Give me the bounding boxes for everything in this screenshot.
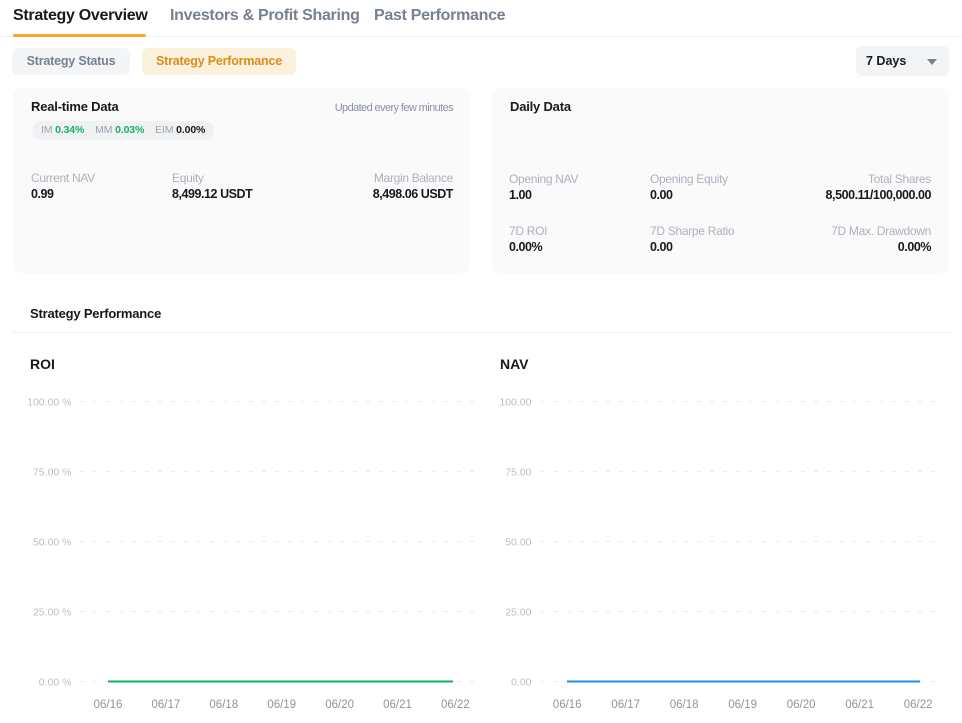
svg-text:06/20: 06/20 (787, 699, 816, 711)
svg-text:06/17: 06/17 (152, 699, 181, 711)
svg-text:0.00: 0.00 (511, 677, 532, 689)
svg-text:50.00 %: 50.00 % (33, 537, 72, 549)
svg-text:06/22: 06/22 (904, 699, 933, 711)
svg-text:06/19: 06/19 (267, 699, 296, 711)
svg-text:75.00 %: 75.00 % (33, 467, 72, 479)
svg-text:06/18: 06/18 (670, 699, 699, 711)
svg-text:50.00: 50.00 (505, 537, 531, 549)
svg-text:06/19: 06/19 (728, 699, 757, 711)
svg-text:06/16: 06/16 (553, 699, 582, 711)
svg-text:06/18: 06/18 (209, 699, 238, 711)
svg-text:06/17: 06/17 (611, 699, 640, 711)
svg-text:06/16: 06/16 (94, 699, 123, 711)
svg-text:25.00 %: 25.00 % (33, 607, 72, 619)
svg-text:0.00 %: 0.00 % (39, 677, 72, 689)
svg-text:25.00: 25.00 (505, 607, 531, 619)
svg-text:100.00: 100.00 (499, 397, 531, 409)
svg-text:100.00 %: 100.00 % (27, 397, 71, 409)
svg-text:06/21: 06/21 (383, 699, 412, 711)
svg-text:06/22: 06/22 (441, 699, 470, 711)
svg-text:06/20: 06/20 (325, 699, 354, 711)
svg-text:75.00: 75.00 (505, 467, 531, 479)
svg-text:06/21: 06/21 (845, 699, 874, 711)
